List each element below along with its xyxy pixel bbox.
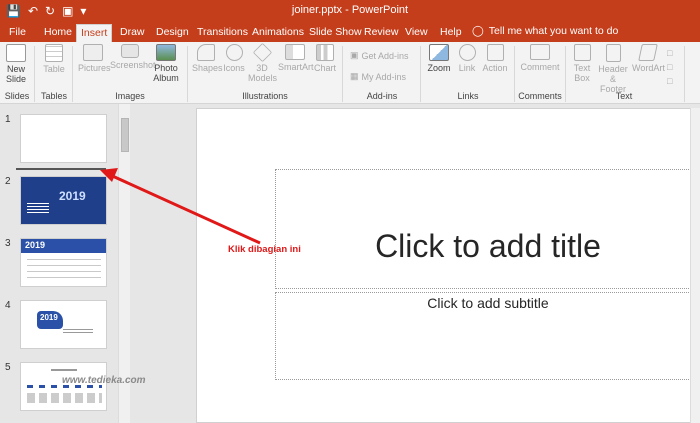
powerpoint-window: 💾 ↶ ↻ ▣ ▾ joiner.pptx - PowerPoint File … bbox=[0, 0, 700, 423]
annotation-arrow bbox=[100, 168, 261, 245]
arrow-head bbox=[100, 168, 118, 182]
arrow-shaft bbox=[107, 172, 261, 245]
watermark: www.tedieka.com bbox=[62, 375, 146, 386]
